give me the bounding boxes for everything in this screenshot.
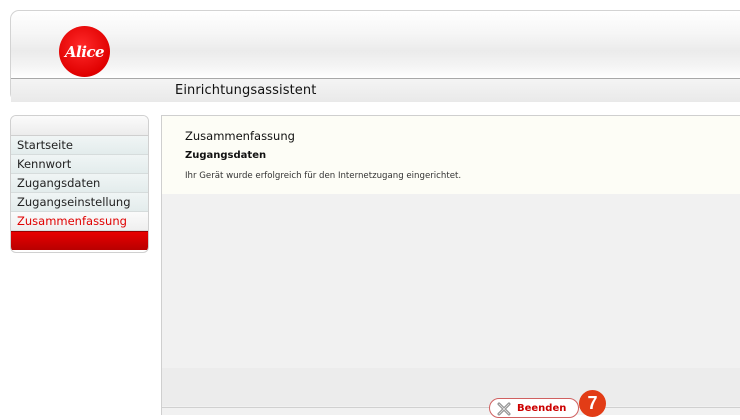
sidebar-footer [11, 231, 148, 250]
content-footer [162, 368, 740, 406]
sidebar-nav: Startseite Kennwort Zugangsdaten Zugangs… [10, 115, 149, 253]
section-title: Zusammenfassung [185, 129, 295, 143]
finish-button[interactable]: Beenden [489, 398, 579, 418]
title-bar [11, 79, 740, 102]
page-title: Einrichtungsassistent [175, 83, 317, 98]
content-divider [162, 407, 740, 408]
success-message: Ihr Gerät wurde erfolgreich für den Inte… [185, 171, 462, 181]
subsection-title: Zugangsdaten [185, 150, 267, 161]
step-number-badge: 7 [579, 390, 606, 417]
alice-logo: Alice [59, 26, 110, 77]
close-icon [497, 401, 511, 416]
sidebar-item-startseite[interactable]: Startseite [11, 136, 148, 155]
sidebar-item-kennwort[interactable]: Kennwort [11, 155, 148, 174]
sidebar-item-zugangsdaten[interactable]: Zugangsdaten [11, 174, 148, 193]
content-panel: Zusammenfassung Zugangsdaten Ihr Gerät w… [161, 115, 740, 415]
sidebar-header [11, 116, 148, 136]
sidebar-item-zugangseinstellung[interactable]: Zugangseinstellung [11, 193, 148, 212]
finish-label: Beenden [517, 402, 567, 414]
header: Alice Einrichtungsassistent [10, 10, 740, 102]
sidebar-item-zusammenfassung[interactable]: Zusammenfassung [11, 212, 148, 231]
summary-box: Zusammenfassung Zugangsdaten Ihr Gerät w… [162, 116, 740, 194]
